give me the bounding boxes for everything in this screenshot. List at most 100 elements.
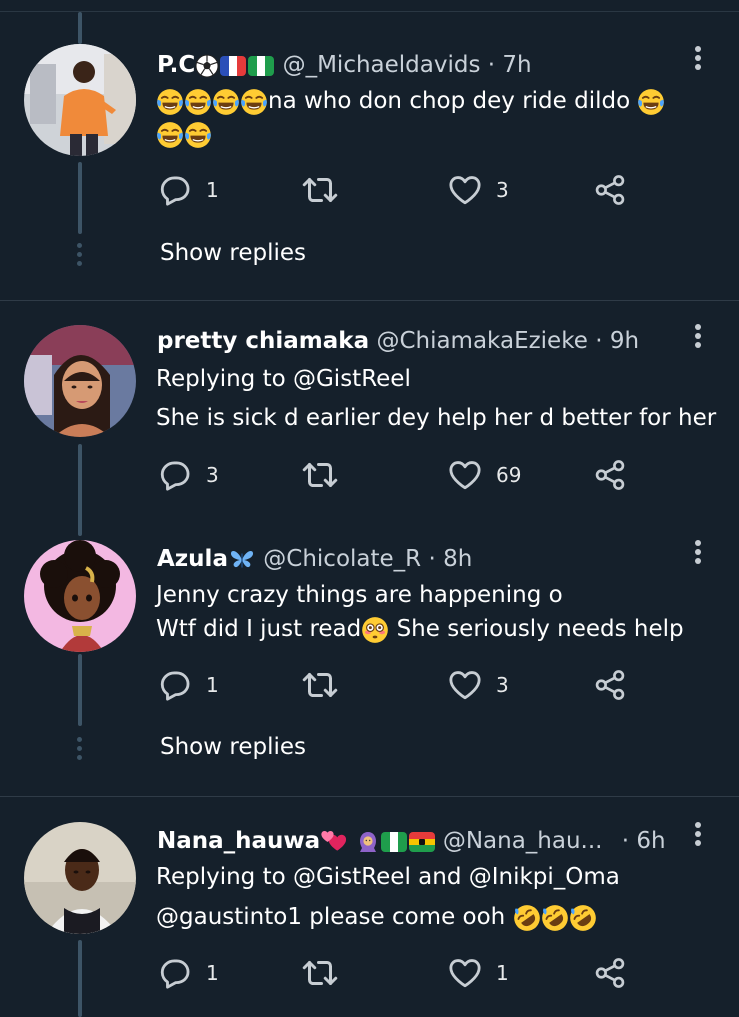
more-icon[interactable] xyxy=(692,324,704,354)
tweet-header: pretty chiamaka @ChiamakaEzieke · 9h xyxy=(157,326,639,356)
thread-line xyxy=(78,654,82,726)
more-icon[interactable] xyxy=(692,822,704,852)
reply-count: 1 xyxy=(206,178,219,202)
retweet-button[interactable] xyxy=(302,170,338,210)
nigeria-flag-icon xyxy=(248,55,275,76)
reply-icon xyxy=(158,458,192,492)
laughing-tears-emoji xyxy=(156,88,184,116)
thread-ellipsis xyxy=(76,243,84,267)
laughing-tears-emoji xyxy=(637,88,665,116)
top-divider xyxy=(0,11,739,12)
avatar[interactable] xyxy=(24,325,136,437)
reply-button[interactable]: 1 xyxy=(158,953,219,993)
thread-line xyxy=(78,162,82,234)
show-replies-link[interactable]: Show replies xyxy=(160,734,306,760)
tweet-text-line: Wtf did I just read She seriously needs … xyxy=(156,614,684,644)
rolling-laughing-emoji xyxy=(541,904,569,932)
like-button[interactable]: 69 xyxy=(448,455,521,495)
tweet-text-line: Jenny crazy things are happening o xyxy=(156,582,563,608)
tweet-text-part: Wtf did I just read xyxy=(156,616,362,642)
user-handle[interactable]: @_Michaeldavids xyxy=(283,52,481,78)
share-button[interactable] xyxy=(594,455,626,495)
separator: · xyxy=(595,328,603,354)
france-flag-icon xyxy=(220,55,247,76)
laughing-tears-emoji xyxy=(184,88,212,116)
flushed-face-emoji xyxy=(361,616,389,644)
rolling-laughing-emoji xyxy=(569,904,597,932)
divider xyxy=(0,300,739,301)
display-name[interactable]: pretty chiamaka xyxy=(157,328,369,354)
reply-icon xyxy=(158,956,192,990)
display-name[interactable]: P.C xyxy=(157,52,195,78)
like-count: 3 xyxy=(496,673,509,697)
thread-ellipsis xyxy=(76,737,84,761)
hearts-emoji xyxy=(320,829,348,855)
soccer-ball-icon xyxy=(195,54,219,78)
timestamp[interactable]: 8h xyxy=(443,546,472,572)
user-handle[interactable]: @Chicolate_R xyxy=(263,546,421,572)
display-name[interactable]: Nana_hauwa xyxy=(157,828,320,854)
divider xyxy=(0,796,739,797)
timestamp[interactable]: 9h xyxy=(610,328,639,354)
tweet-actions: 1 1 xyxy=(158,953,658,993)
share-button[interactable] xyxy=(594,665,626,705)
reply-button[interactable]: 1 xyxy=(158,665,219,705)
rolling-laughing-emoji xyxy=(513,904,541,932)
show-replies-link[interactable]: Show replies xyxy=(160,240,306,266)
like-button[interactable]: 3 xyxy=(448,665,509,705)
thread-line xyxy=(78,12,82,44)
like-count: 1 xyxy=(496,961,509,985)
display-name[interactable]: Azula xyxy=(157,546,228,572)
like-icon xyxy=(448,668,482,702)
retweet-button[interactable] xyxy=(302,665,338,705)
laughing-tears-emoji xyxy=(184,121,212,149)
replying-to[interactable]: Replying to @GistReel xyxy=(156,364,411,394)
more-icon[interactable] xyxy=(692,46,704,76)
user-handle[interactable]: @ChiamakaEzieke xyxy=(376,328,587,354)
share-icon xyxy=(594,957,626,989)
user-handle[interactable]: @Nana_hau... xyxy=(443,828,603,854)
reply-count: 1 xyxy=(206,961,219,985)
share-icon xyxy=(594,669,626,701)
share-icon xyxy=(594,459,626,491)
reply-count: 3 xyxy=(206,463,219,487)
reply-count: 1 xyxy=(206,673,219,697)
like-icon xyxy=(448,173,482,207)
like-count: 3 xyxy=(496,178,509,202)
avatar[interactable] xyxy=(24,822,136,934)
separator: · xyxy=(428,546,436,572)
woman-hijab-emoji xyxy=(356,830,380,854)
thread-line xyxy=(78,444,82,536)
reply-button[interactable]: 1 xyxy=(158,170,219,210)
like-button[interactable]: 1 xyxy=(448,953,509,993)
tweet-text-part: She seriously needs help xyxy=(396,616,684,642)
retweet-icon xyxy=(302,457,338,493)
reply-button[interactable]: 3 xyxy=(158,455,219,495)
laughing-tears-emoji xyxy=(212,88,240,116)
ghana-flag-icon xyxy=(408,831,435,852)
avatar[interactable] xyxy=(24,540,136,652)
timestamp[interactable]: 7h xyxy=(502,52,531,78)
tweet-header: Nana_hauwa @Nana_hau... · 6h xyxy=(157,826,666,856)
butterfly-emoji xyxy=(228,547,256,573)
tweet-text: @gaustinto1 please come ooh xyxy=(156,902,597,932)
retweet-icon xyxy=(302,667,338,703)
retweet-button[interactable] xyxy=(302,953,338,993)
like-count: 69 xyxy=(496,463,522,487)
like-icon xyxy=(448,956,482,990)
avatar[interactable] xyxy=(24,44,136,156)
tweet-text-line: na who don chop dey ride dildo xyxy=(268,88,631,114)
thread-line xyxy=(78,940,82,1017)
retweet-button[interactable] xyxy=(302,455,338,495)
replying-to[interactable]: Replying to @GistReel and @Inikpi_Oma xyxy=(156,862,620,892)
share-button[interactable] xyxy=(594,170,626,210)
share-button[interactable] xyxy=(594,953,626,993)
tweet-actions: 3 69 xyxy=(158,455,658,495)
separator: · xyxy=(487,52,496,78)
tweet-text-cont xyxy=(156,119,212,149)
timestamp[interactable]: 6h xyxy=(636,828,665,854)
more-icon[interactable] xyxy=(692,540,704,570)
retweet-icon xyxy=(302,955,338,991)
tweet-header: Azula @Chicolate_R · 8h xyxy=(157,544,472,574)
like-button[interactable]: 3 xyxy=(448,170,509,210)
